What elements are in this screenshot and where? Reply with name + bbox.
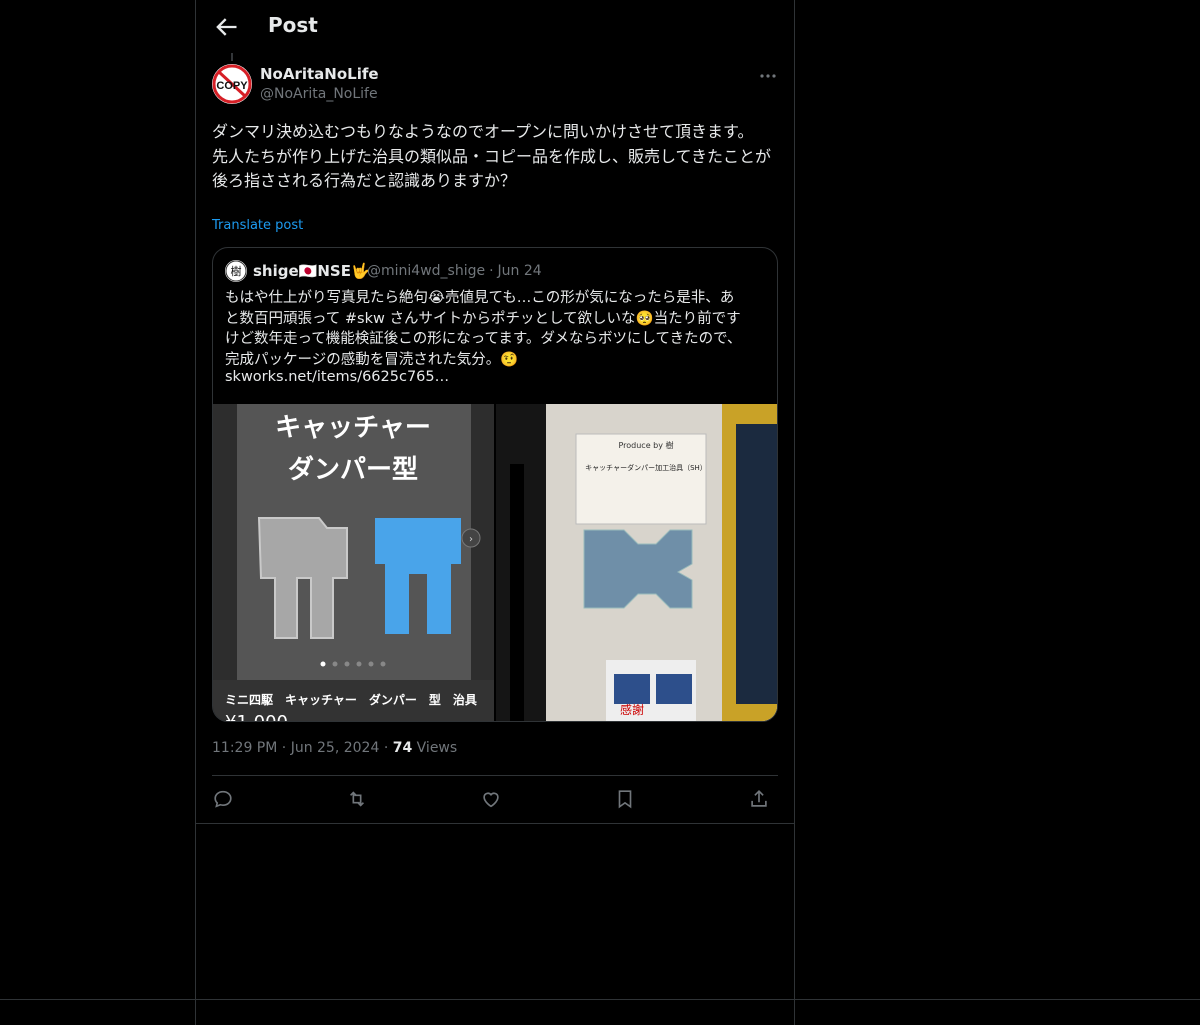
- post-actions: [212, 788, 778, 812]
- page-title: Post: [268, 13, 318, 37]
- product-image-2: Produce by 樹 キャッチャーダンパー加工治具（SH） 感謝: [496, 404, 777, 721]
- post-timestamp: 11:29 PM · Jun 25, 2024 · 74 Views: [212, 740, 458, 756]
- views-label: Views: [416, 740, 458, 756]
- main-column: Post COPY NoAritaNoLife @NoArita_NoLife …: [195, 0, 795, 1025]
- back-button[interactable]: [212, 13, 240, 41]
- back-arrow-icon: [216, 18, 237, 36]
- reply-icon: [214, 790, 232, 808]
- quoted-text-line-4: 完成パッケージの感動を冒涜された気分。🤨: [225, 351, 519, 368]
- quoted-author-name[interactable]: shige🇯🇵NSE🤟: [253, 262, 370, 280]
- quoted-date[interactable]: Jun 24: [498, 263, 542, 279]
- author-name[interactable]: NoAritaNoLife: [260, 65, 379, 83]
- svg-text:ダンパー型: ダンパー型: [288, 454, 418, 485]
- svg-text:樹: 樹: [231, 265, 242, 278]
- quoted-author-avatar[interactable]: 樹: [225, 260, 247, 282]
- reply-button[interactable]: [212, 788, 234, 810]
- like-button[interactable]: [480, 788, 502, 810]
- svg-text:キャッチャーダンパー加工治具（SH）: キャッチャーダンパー加工治具（SH）: [585, 463, 707, 472]
- quoted-author-handle[interactable]: @mini4wd_shige: [367, 263, 485, 279]
- author-handle[interactable]: @NoArita_NoLife: [260, 86, 378, 102]
- svg-text:›: ›: [469, 534, 473, 545]
- quoted-text-line-3: けど数年走って機能検証後この形になってます。ダメならボツにしてきたので、: [225, 331, 742, 347]
- quoted-post[interactable]: 樹 shige🇯🇵NSE🤟 @mini4wd_shige · Jun 24 もはや仕…: [212, 247, 778, 722]
- svg-text:COPY: COPY: [216, 80, 248, 92]
- like-icon: [483, 792, 499, 808]
- product-photo-1[interactable]: キャッチャー ダンパー型 › ミニ四駆 キャッチャー ダンパー 型 治具 ¥1,…: [213, 404, 494, 721]
- svg-text:ミニ四駆 キャッチャー ダンパー 型 治具: ミニ四駆 キャッチャー ダンパー 型 治具: [225, 692, 477, 707]
- thread-connector: [231, 53, 233, 61]
- kanji-logo-icon: 樹: [225, 260, 247, 282]
- repost-button[interactable]: [346, 788, 368, 810]
- product-image-1: キャッチャー ダンパー型 › ミニ四駆 キャッチャー ダンパー 型 治具 ¥1,…: [213, 404, 494, 721]
- product-photo-2[interactable]: Produce by 樹 キャッチャーダンパー加工治具（SH） 感謝: [496, 404, 777, 721]
- views-count: 74: [392, 740, 413, 756]
- repost-icon: [349, 791, 365, 807]
- svg-text:感謝: 感謝: [620, 702, 644, 717]
- bookmark-icon: [618, 790, 632, 809]
- bookmark-button[interactable]: [614, 788, 636, 810]
- svg-text:Produce by 樹: Produce by 樹: [618, 440, 673, 450]
- more-icon: [760, 74, 776, 78]
- quoted-text-line-1: もはや仕上がり写真見たら絶句😭売値見ても…この形が気になったら是非、あ: [225, 290, 735, 306]
- translate-post-link[interactable]: Translate post: [212, 218, 303, 233]
- post-time[interactable]: 11:29 PM: [212, 740, 277, 756]
- share-button[interactable]: [748, 788, 770, 810]
- author-avatar[interactable]: COPY: [212, 64, 252, 104]
- quoted-text-line-2: と数百円頑張って #skw さんサイトからポチッとして欲しいな🥺当たり前です: [225, 310, 741, 327]
- post-text: ダンマリ決め込むつもりなようなのでオープンに問いかけさせて頂きます。 先人たちが…: [212, 122, 772, 190]
- svg-text:¥1,000: ¥1,000: [225, 712, 288, 721]
- quoted-media: キャッチャー ダンパー型 › ミニ四駆 キャッチャー ダンパー 型 治具 ¥1,…: [213, 404, 777, 721]
- copy-logo-icon: COPY: [212, 64, 252, 104]
- quoted-text: もはや仕上がり写真見たら絶句😭売値見ても…この形が気になったら是非、あ と数百円…: [225, 288, 765, 370]
- more-button[interactable]: [756, 64, 780, 88]
- post-separator: [196, 823, 794, 824]
- bottom-divider: [0, 999, 1200, 1000]
- svg-text:キャッチャー: キャッチャー: [275, 413, 431, 443]
- post-date[interactable]: Jun 25, 2024: [291, 740, 380, 756]
- share-icon: [751, 790, 767, 807]
- page-header: Post: [196, 0, 794, 53]
- quoted-meta: @mini4wd_shige · Jun 24: [367, 263, 542, 279]
- quoted-link[interactable]: skworks.net/items/6625c765…: [225, 369, 449, 385]
- divider: [212, 775, 778, 776]
